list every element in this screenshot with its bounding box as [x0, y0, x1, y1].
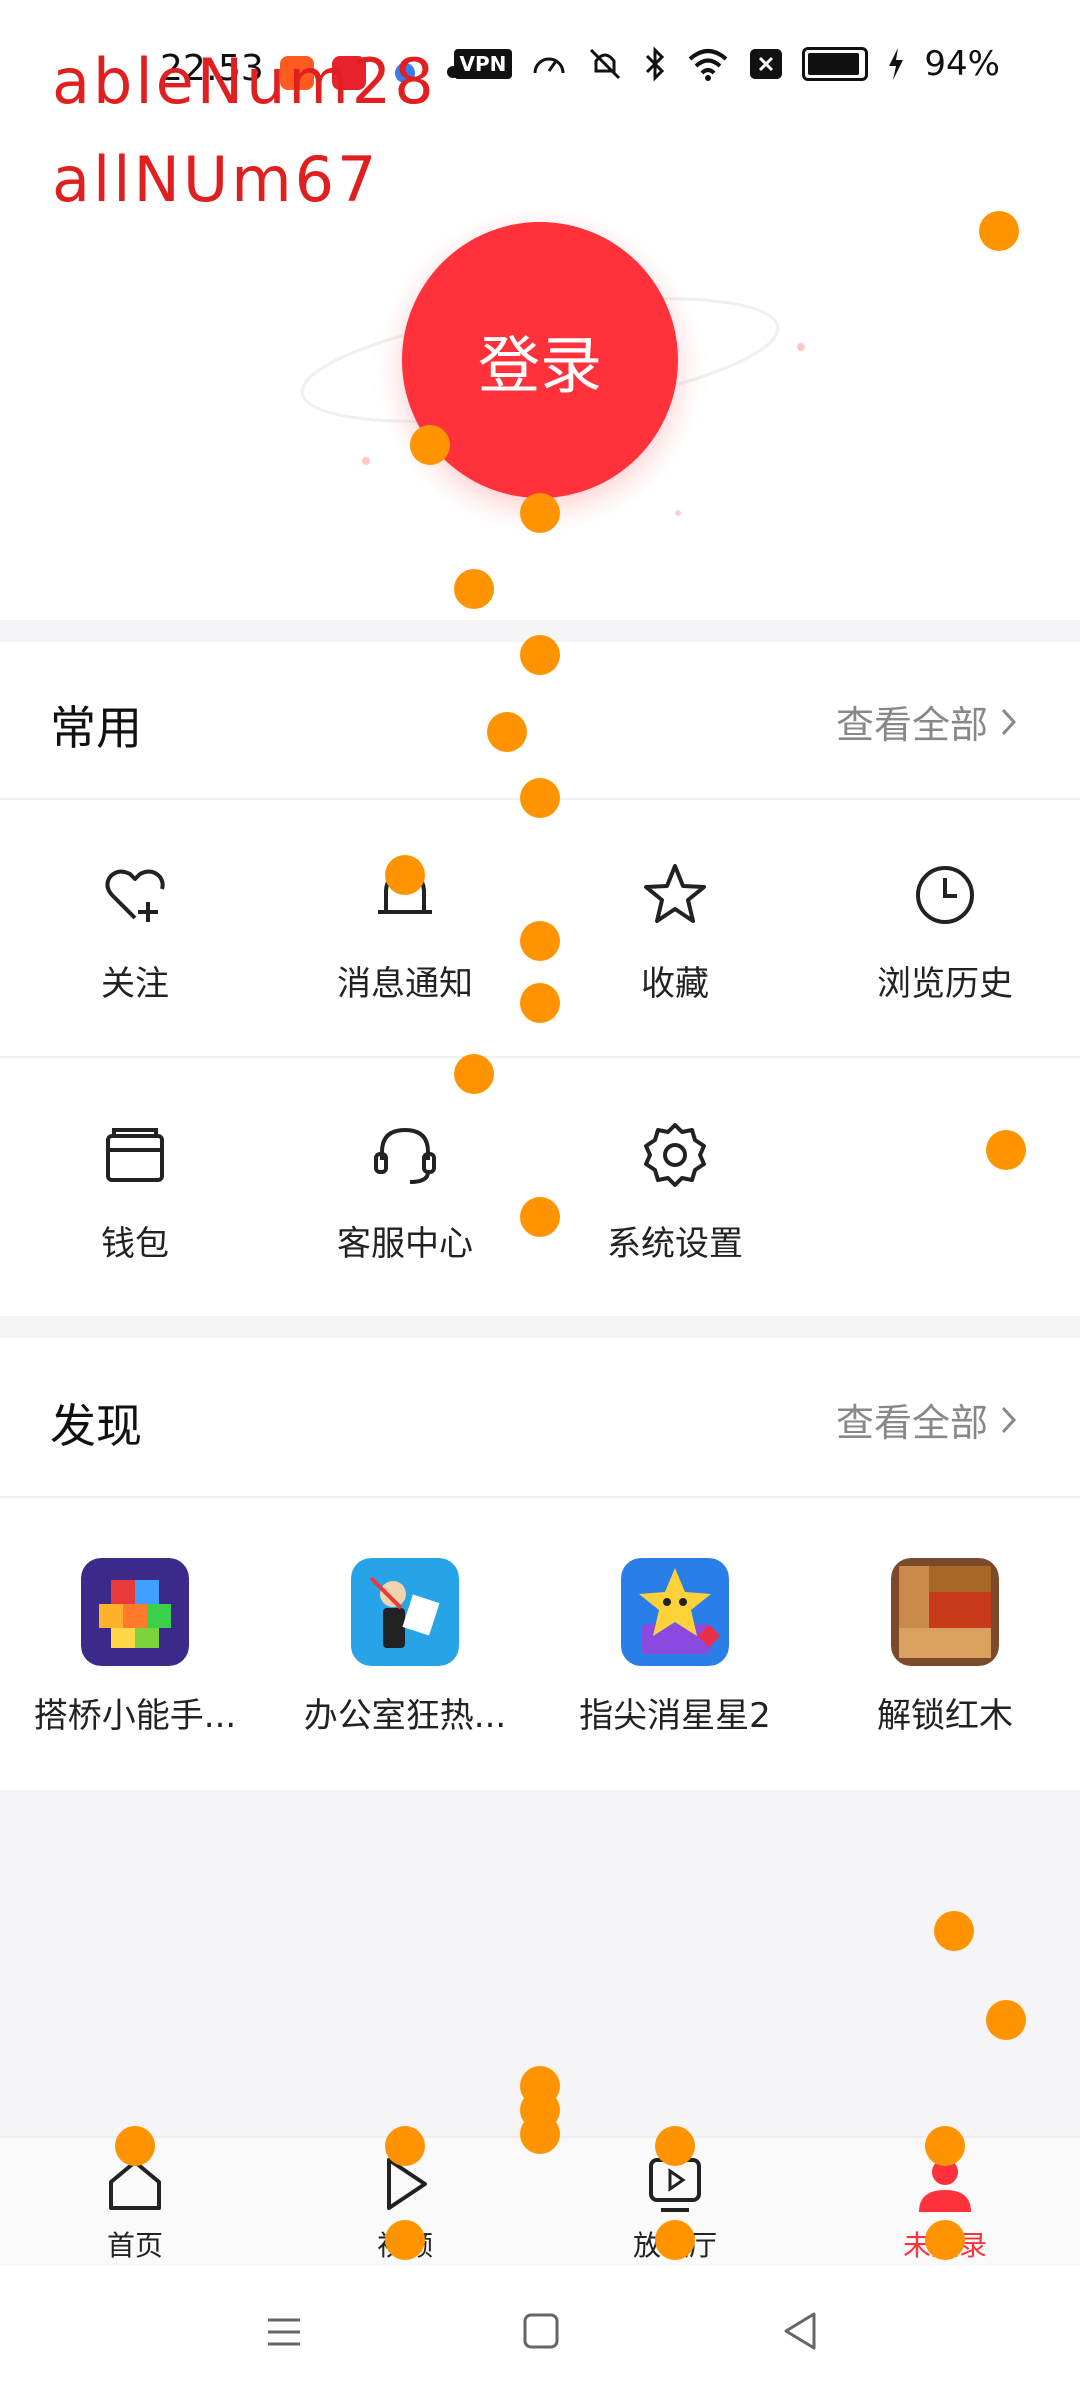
common-item-settings[interactable]: 系统设置 [540, 1120, 810, 1265]
orange-dot [520, 778, 560, 818]
orange-dot [385, 855, 425, 895]
discover-app-wood[interactable]: 解锁红木 [810, 1558, 1080, 1737]
orange-dot [520, 2114, 560, 2154]
clock-icon [916, 866, 974, 924]
mute-icon [590, 48, 621, 80]
orange-dot [115, 2126, 155, 2166]
common-item-history[interactable]: 浏览历史 [810, 860, 1080, 1005]
divider [0, 1056, 1080, 1058]
common-item-label: 收藏 [641, 964, 709, 1004]
common-item-wallet[interactable]: 钱包 [0, 1120, 270, 1265]
sparkle-dot [362, 457, 370, 465]
sparkle-dot [675, 510, 681, 516]
wood-game-icon [891, 1558, 999, 1666]
common-item-favorites[interactable]: 收藏 [540, 860, 810, 1005]
star-icon [644, 864, 706, 923]
wallet-icon [106, 1128, 164, 1182]
orange-dot [520, 635, 560, 675]
headset-icon [374, 1127, 436, 1184]
bottom-nav: 首页 视频 放映厅 未登录 [0, 2136, 1080, 2268]
discover-app-bridge[interactable]: 搭桥小能手... [0, 1558, 270, 1737]
sparkle-dot [797, 343, 805, 351]
common-item-label: 消息通知 [337, 964, 473, 1004]
discover-app-office[interactable]: 办公室狂热... [270, 1558, 540, 1737]
orange-dot [925, 2126, 965, 2166]
orange-dot [520, 493, 560, 533]
bluetooth-icon [646, 46, 665, 82]
common-item-label: 系统设置 [607, 1224, 743, 1264]
login-label: 登录 [477, 329, 602, 402]
common-item-follow[interactable]: 关注 [0, 860, 270, 1005]
orange-dot [520, 1197, 560, 1237]
chevron-right-icon [1001, 1406, 1017, 1433]
star-game-icon [621, 1558, 729, 1666]
orange-dot [487, 712, 527, 752]
back-icon[interactable] [780, 2310, 820, 2352]
orange-dot [925, 2220, 965, 2260]
orange-dot [979, 211, 1019, 251]
chevron-right-icon [1001, 708, 1017, 735]
app-label: 搭桥小能手... [33, 1696, 237, 1736]
orange-dot [410, 425, 450, 465]
battery-icon [802, 47, 869, 81]
common-item-label: 钱包 [101, 1224, 169, 1264]
office-game-icon [351, 1558, 459, 1666]
orange-dot [454, 1054, 494, 1094]
nav-home[interactable]: 首页 [0, 2152, 270, 2264]
common-item-label: 客服中心 [337, 1224, 473, 1264]
app-label: 办公室狂热... [303, 1696, 507, 1736]
gear-icon [644, 1123, 706, 1187]
section-gap [0, 1316, 1080, 1338]
common-item-support[interactable]: 客服中心 [270, 1120, 540, 1265]
app-label: 指尖消星星2 [579, 1696, 771, 1736]
common-item-label: 关注 [101, 964, 169, 1004]
common-view-all-button[interactable]: 查看全部 [836, 694, 1020, 749]
home-square-icon[interactable] [522, 2312, 560, 2350]
wifi-icon [689, 49, 728, 81]
discover-view-all-button[interactable]: 查看全部 [836, 1392, 1020, 1447]
orange-dot [385, 2220, 425, 2260]
cubes-game-icon [81, 1558, 189, 1666]
view-all-label: 查看全部 [835, 703, 988, 747]
common-section-title: 常用 [50, 701, 142, 755]
orange-dot [454, 569, 494, 609]
view-all-label: 查看全部 [835, 1401, 988, 1445]
overlay-text-1: ableNum28 [52, 45, 437, 118]
orange-dot [986, 1130, 1026, 1170]
battery-percent: 94% [924, 44, 1000, 84]
nav-label: 首页 [106, 2229, 163, 2262]
orange-dot [655, 2220, 695, 2260]
heart-plus-icon [105, 869, 165, 922]
orange-dot [986, 2000, 1026, 2040]
orange-dot [385, 2126, 425, 2166]
divider [0, 1496, 1080, 1498]
orange-dot [655, 2126, 695, 2166]
common-item-label: 浏览历史 [877, 964, 1013, 1004]
system-nav-bar [0, 2266, 1080, 2400]
vpn-icon: VPN [453, 49, 513, 79]
orange-dot [520, 983, 560, 1023]
no-sim-icon [750, 49, 783, 79]
menu-icon[interactable] [264, 2312, 304, 2352]
speedometer-icon [533, 57, 565, 74]
discover-app-stars[interactable]: 指尖消星星2 [540, 1558, 810, 1737]
charging-icon [889, 48, 904, 80]
login-hero: 登录 [0, 150, 1080, 620]
orange-dot [520, 921, 560, 961]
status-icons: VPN 94% [453, 44, 1000, 84]
app-label: 解锁红木 [877, 1696, 1013, 1736]
orange-dot [934, 1911, 974, 1951]
discover-section-title: 发现 [50, 1399, 142, 1453]
